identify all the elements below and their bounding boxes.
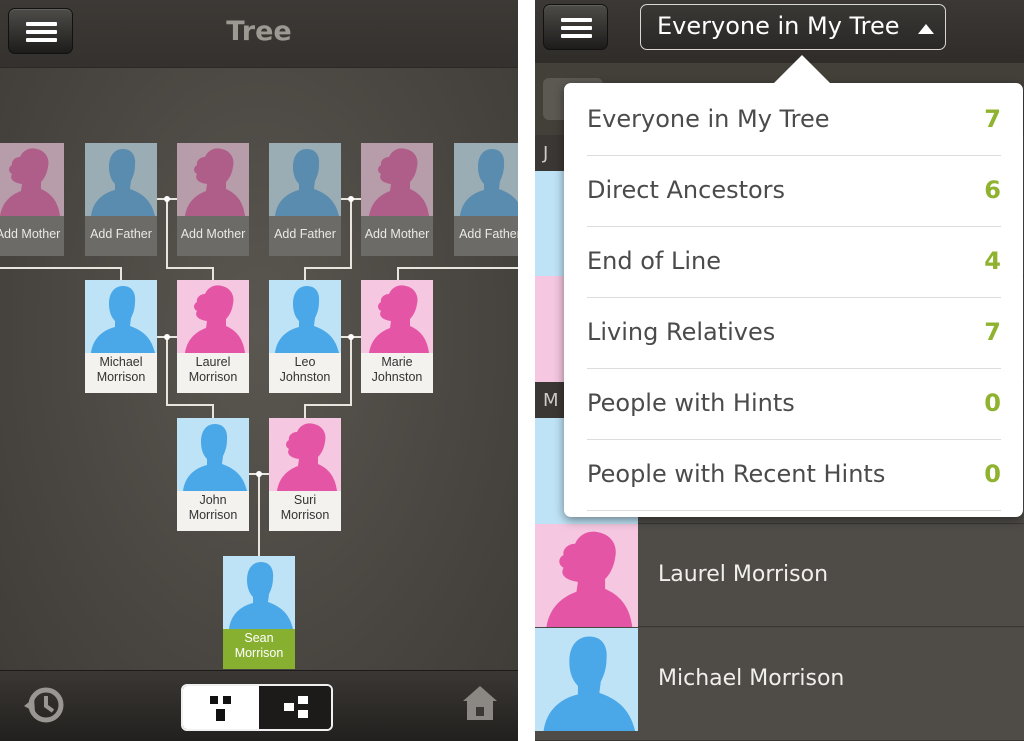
card-label: Add Mother	[364, 227, 430, 241]
first-name: Michael	[99, 355, 143, 369]
list-item-laurel-morrison[interactable]: Laurel Morrison	[535, 524, 1024, 627]
filter-option-recent-hints[interactable]: People with Recent Hints 0	[587, 440, 1001, 511]
filter-dropdown-menu: Everyone in My Tree 7 Direct Ancestors 6…	[564, 55, 1023, 517]
option-label: Direct Ancestors	[587, 176, 786, 204]
tree-view-button[interactable]	[183, 686, 259, 729]
person-name: Suri Morrison	[269, 493, 341, 523]
option-label: Living Relatives	[587, 318, 776, 346]
person-card-leo-johnston[interactable]: Leo Johnston	[269, 280, 341, 393]
caret-up-icon	[918, 24, 934, 34]
family-view-icon	[284, 696, 308, 718]
tree-screen: Tree Add Mother Add Father Add Mother Ad…	[0, 0, 518, 741]
option-label: Everyone in My Tree	[587, 105, 830, 133]
last-name: Morrison	[280, 508, 330, 522]
filter-option-end-of-line[interactable]: End of Line 4	[587, 227, 1001, 298]
filter-label: Everyone in My Tree	[657, 12, 900, 40]
person-name: Marie Johnston	[361, 355, 433, 385]
last-name: Morrison	[96, 370, 146, 384]
screenshot: Tree Add Mother Add Father Add Mother Ad…	[0, 0, 1024, 741]
view-toggle	[181, 684, 333, 731]
female-silhouette-icon	[269, 418, 341, 491]
male-silhouette-icon	[269, 143, 341, 216]
filter-dropdown-button[interactable]: Everyone in My Tree	[640, 4, 946, 50]
first-name: Marie	[381, 355, 413, 369]
male-silhouette-icon	[85, 143, 157, 216]
add-father-card[interactable]: Add Father	[85, 143, 157, 256]
person-card-sean-morrison[interactable]: Sean Morrison	[223, 556, 295, 669]
person-card-laurel-morrison[interactable]: Laurel Morrison	[177, 280, 249, 393]
female-silhouette-icon	[361, 143, 433, 216]
option-count: 4	[984, 247, 1001, 275]
menu-icon-bar	[561, 34, 592, 38]
last-name: Johnston	[371, 370, 423, 384]
option-count: 6	[984, 176, 1001, 204]
option-label: People with Hints	[587, 389, 795, 417]
person-name: Leo Johnston	[269, 355, 341, 385]
filter-option-everyone[interactable]: Everyone in My Tree 7	[587, 85, 1001, 156]
person-card-suri-morrison[interactable]: Suri Morrison	[269, 418, 341, 531]
first-name: Sean	[244, 631, 274, 645]
female-silhouette-icon	[177, 143, 249, 216]
option-label: People with Recent Hints	[587, 460, 886, 488]
menu-icon	[561, 18, 592, 22]
first-name: Laurel	[195, 355, 231, 369]
option-label: End of Line	[587, 247, 722, 275]
last-name: Morrison	[234, 646, 284, 660]
last-name: Johnston	[279, 370, 331, 384]
person-name: Laurel Morrison	[177, 355, 249, 385]
list-item-michael-morrison[interactable]: Michael Morrison	[535, 628, 1024, 741]
card-label: Add Father	[90, 227, 152, 241]
last-name: Morrison	[188, 370, 238, 384]
first-name: Leo	[294, 355, 316, 369]
card-label: Add Mother	[180, 227, 246, 241]
family-view-button[interactable]	[259, 686, 331, 729]
menu-button[interactable]	[543, 4, 608, 50]
option-count: 0	[984, 460, 1001, 488]
option-count: 7	[984, 105, 1001, 133]
filter-option-people-with-hints[interactable]: People with Hints 0	[587, 369, 1001, 440]
female-silhouette-icon	[361, 280, 433, 353]
filter-option-direct-ancestors[interactable]: Direct Ancestors 6	[587, 156, 1001, 227]
male-silhouette-icon	[85, 280, 157, 353]
add-mother-card[interactable]: Add Mother	[361, 143, 433, 256]
male-silhouette-icon	[535, 628, 638, 731]
person-name: Laurel Morrison	[658, 562, 829, 587]
person-name: Michael Morrison	[85, 355, 157, 385]
male-silhouette-icon	[269, 280, 341, 353]
section-letter-j: J	[535, 135, 564, 171]
add-father-card[interactable]: Add Father	[454, 143, 518, 256]
male-silhouette-icon	[454, 143, 518, 216]
male-silhouette-icon	[223, 556, 295, 629]
popover-pointer	[772, 55, 832, 85]
option-count: 7	[984, 318, 1001, 346]
section-letter-m: M	[535, 382, 564, 418]
female-silhouette-icon	[535, 524, 638, 627]
home-icon[interactable]	[460, 683, 500, 723]
person-card-marie-johnston[interactable]: Marie Johnston	[361, 280, 433, 393]
card-label: Add Mother	[0, 227, 61, 241]
person-name: Sean Morrison	[223, 631, 295, 661]
female-silhouette-icon	[0, 143, 64, 216]
tree-view-icon	[210, 696, 231, 721]
first-name: Suri	[293, 493, 317, 507]
first-name: John	[199, 493, 227, 507]
add-mother-card[interactable]: Add Mother	[0, 143, 64, 256]
option-count: 0	[984, 389, 1001, 417]
person-name: John Morrison	[177, 493, 249, 523]
female-silhouette-icon	[177, 280, 249, 353]
add-mother-card[interactable]: Add Mother	[177, 143, 249, 256]
history-icon[interactable]	[22, 684, 66, 728]
card-label: Add Father	[459, 227, 518, 241]
filter-option-living-relatives[interactable]: Living Relatives 7	[587, 298, 1001, 369]
last-name: Morrison	[188, 508, 238, 522]
card-label: Add Father	[274, 227, 336, 241]
menu-icon-bar	[561, 26, 592, 30]
person-card-michael-morrison[interactable]: Michael Morrison	[85, 280, 157, 393]
add-father-card[interactable]: Add Father	[269, 143, 341, 256]
male-silhouette-icon	[177, 418, 249, 491]
person-card-john-morrison[interactable]: John Morrison	[177, 418, 249, 531]
person-name: Michael Morrison	[658, 666, 845, 691]
